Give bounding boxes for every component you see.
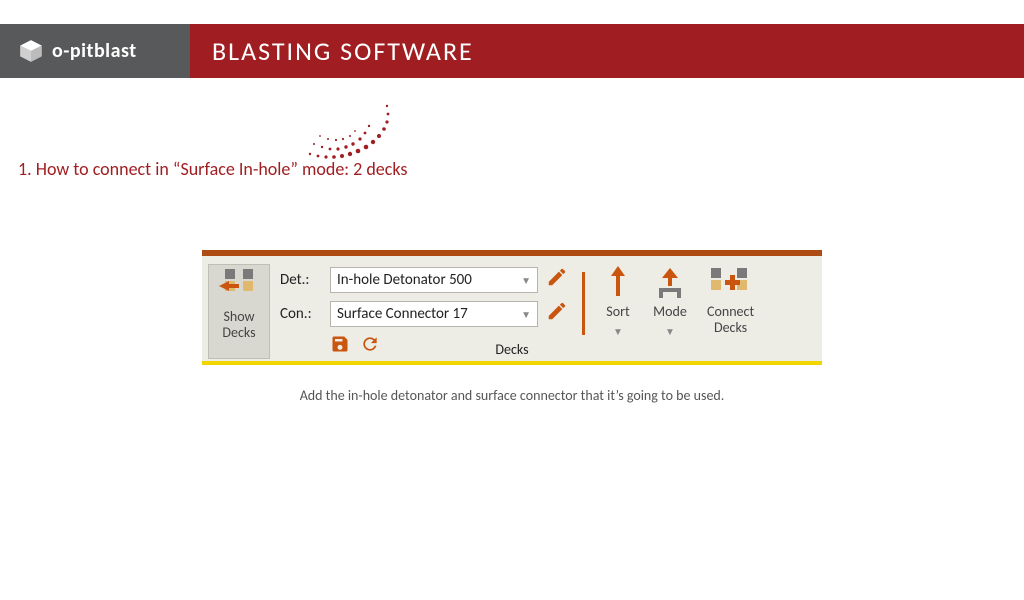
pencil-icon	[546, 266, 568, 288]
show-decks-icon	[219, 267, 259, 305]
connect-decks-button[interactable]: Connect Decks	[697, 264, 764, 359]
det-label: Det.:	[280, 271, 322, 289]
detonator-combo[interactable]: In-hole Detonator 500 ▼	[330, 267, 538, 293]
ribbon-group-label: Decks	[495, 341, 528, 358]
connect-decks-icon	[709, 266, 753, 300]
separator-bar	[582, 272, 585, 335]
brand-name: o-pitblast	[52, 39, 137, 63]
detonator-fields: Det.: In-hole Detonator 500 ▼ Con.: Surf…	[274, 264, 574, 359]
refresh-button[interactable]	[360, 334, 380, 359]
edit-connector-button[interactable]	[546, 300, 568, 328]
mode-label: Mode	[653, 304, 687, 320]
pencil-icon	[546, 300, 568, 322]
detonator-value: In-hole Detonator 500	[337, 271, 472, 289]
sort-label: Sort	[606, 304, 629, 320]
show-decks-label: Show Decks	[222, 309, 255, 341]
chevron-down-icon: ▼	[665, 326, 675, 338]
ribbon-panel: Show Decks Det.: In-hole Detonator 500 ▼…	[202, 250, 822, 365]
con-label: Con.:	[280, 305, 322, 323]
save-icon	[330, 334, 350, 354]
save-button[interactable]	[330, 334, 350, 359]
header-bar: o-pitblast BLASTING SOFTWARE	[0, 24, 1024, 78]
caption-text: Add the in-hole detonator and surface co…	[0, 387, 1024, 404]
sort-icon	[603, 266, 633, 300]
section-heading: 1. How to connect in “Surface In-hole” m…	[18, 158, 1024, 180]
mode-icon	[653, 266, 687, 300]
sort-button[interactable]: Sort ▼	[593, 264, 643, 359]
connect-decks-label: Connect Decks	[707, 304, 754, 336]
refresh-icon	[360, 334, 380, 354]
connector-combo[interactable]: Surface Connector 17 ▼	[330, 301, 538, 327]
chevron-down-icon: ▼	[521, 274, 531, 287]
logo-cube-icon	[18, 38, 44, 64]
edit-detonator-button[interactable]	[546, 266, 568, 294]
header-title: BLASTING SOFTWARE	[190, 24, 1024, 78]
logo-block: o-pitblast	[0, 24, 190, 78]
show-decks-button[interactable]: Show Decks	[208, 264, 270, 359]
mode-button[interactable]: Mode ▼	[643, 264, 697, 359]
chevron-down-icon: ▼	[521, 308, 531, 321]
chevron-down-icon: ▼	[613, 326, 623, 338]
connector-value: Surface Connector 17	[337, 305, 468, 323]
